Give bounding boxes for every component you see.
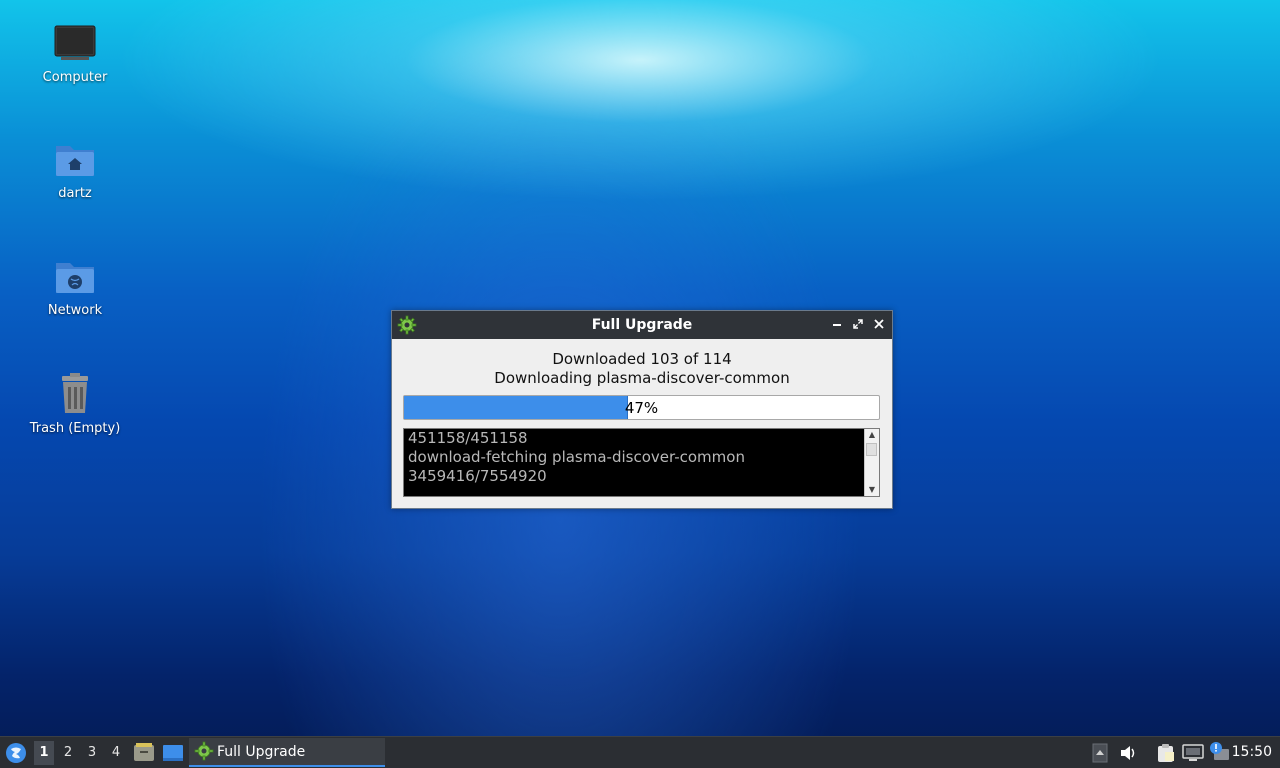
- dialog-titlebar[interactable]: Full Upgrade: [392, 311, 892, 339]
- volume-icon: [1121, 746, 1135, 760]
- minimize-icon: [833, 324, 841, 326]
- desktop-icon-label: Trash (Empty): [29, 421, 121, 436]
- home-folder-icon: [56, 146, 94, 176]
- log-line: 451158/451158: [408, 429, 528, 447]
- minimize-button[interactable]: [828, 316, 846, 334]
- scroll-down-arrow-icon[interactable]: ▼: [865, 484, 879, 496]
- network-folder-icon: [56, 263, 94, 293]
- clock[interactable]: 15:50: [1232, 744, 1272, 760]
- maximize-icon: [853, 319, 863, 329]
- show-desktop-button[interactable]: [162, 743, 184, 768]
- file-manager-launcher[interactable]: [133, 742, 155, 768]
- clipboard-icon: [1158, 744, 1174, 762]
- maximize-button[interactable]: [849, 316, 867, 334]
- desktop-icon-network[interactable]: Network: [20, 257, 130, 318]
- workspace-3-button[interactable]: 3: [82, 741, 102, 765]
- tray-up-arrow-icon: [1092, 743, 1108, 763]
- workspace-4-button[interactable]: 4: [106, 741, 126, 765]
- progress-percent-label: 47%: [624, 399, 659, 417]
- download-package-text: Downloading plasma-discover-common: [494, 369, 790, 387]
- volume-button[interactable]: [1119, 744, 1137, 768]
- download-count-text: Downloaded 103 of 114: [552, 350, 732, 368]
- desktop-icon-computer[interactable]: Computer: [20, 24, 130, 85]
- desktop-icon-label: dartz: [58, 186, 92, 201]
- download-progress-bar: 47%: [403, 395, 880, 420]
- log-line: 3459416/7554920: [408, 467, 547, 485]
- log-lines: 451158/451158 download-fetching plasma-d…: [408, 429, 863, 486]
- task-full-upgrade[interactable]: Full Upgrade: [189, 738, 385, 767]
- log-line: download-fetching plasma-discover-common: [408, 448, 745, 466]
- start-menu-button[interactable]: [4, 741, 28, 768]
- notification-button[interactable]: [1208, 741, 1230, 768]
- task-label: Full Upgrade: [217, 744, 306, 760]
- desktop-icon-label: Network: [47, 303, 103, 318]
- desktop-icon-home[interactable]: dartz: [20, 140, 130, 201]
- scroll-up-arrow-icon[interactable]: ▲: [865, 429, 879, 441]
- clipboard-button[interactable]: [1156, 743, 1176, 768]
- desktop-icon-label: Computer: [42, 70, 108, 85]
- workspace-2-button[interactable]: 2: [58, 741, 78, 765]
- network-icon: [1182, 744, 1204, 761]
- full-upgrade-dialog: Full Upgrade Downloaded 103 of 114 Downl…: [391, 310, 893, 509]
- show-desktop-icon: [163, 745, 183, 761]
- monitor-icon: [54, 25, 96, 60]
- desktop-icon-trash[interactable]: Trash (Empty): [20, 373, 130, 436]
- close-icon: [874, 319, 884, 329]
- notification-icon: [1210, 742, 1229, 760]
- taskbar: 1 2 3 4 Full Upgrade 15:50: [0, 736, 1280, 768]
- dialog-title: Full Upgrade: [591, 317, 693, 333]
- gear-icon: [194, 741, 214, 765]
- file-manager-icon: [134, 743, 154, 761]
- tray-expand-button[interactable]: [1092, 743, 1108, 768]
- workspace-1-button[interactable]: 1: [34, 741, 54, 765]
- log-scrollbar[interactable]: ▲ ▼: [864, 429, 879, 496]
- download-log[interactable]: 451158/451158 download-fetching plasma-d…: [403, 428, 880, 497]
- scroll-thumb[interactable]: [866, 443, 877, 456]
- network-button[interactable]: [1182, 743, 1204, 768]
- trash-icon: [62, 373, 88, 413]
- lxqt-menu-icon: [6, 743, 26, 763]
- close-button[interactable]: [870, 316, 888, 334]
